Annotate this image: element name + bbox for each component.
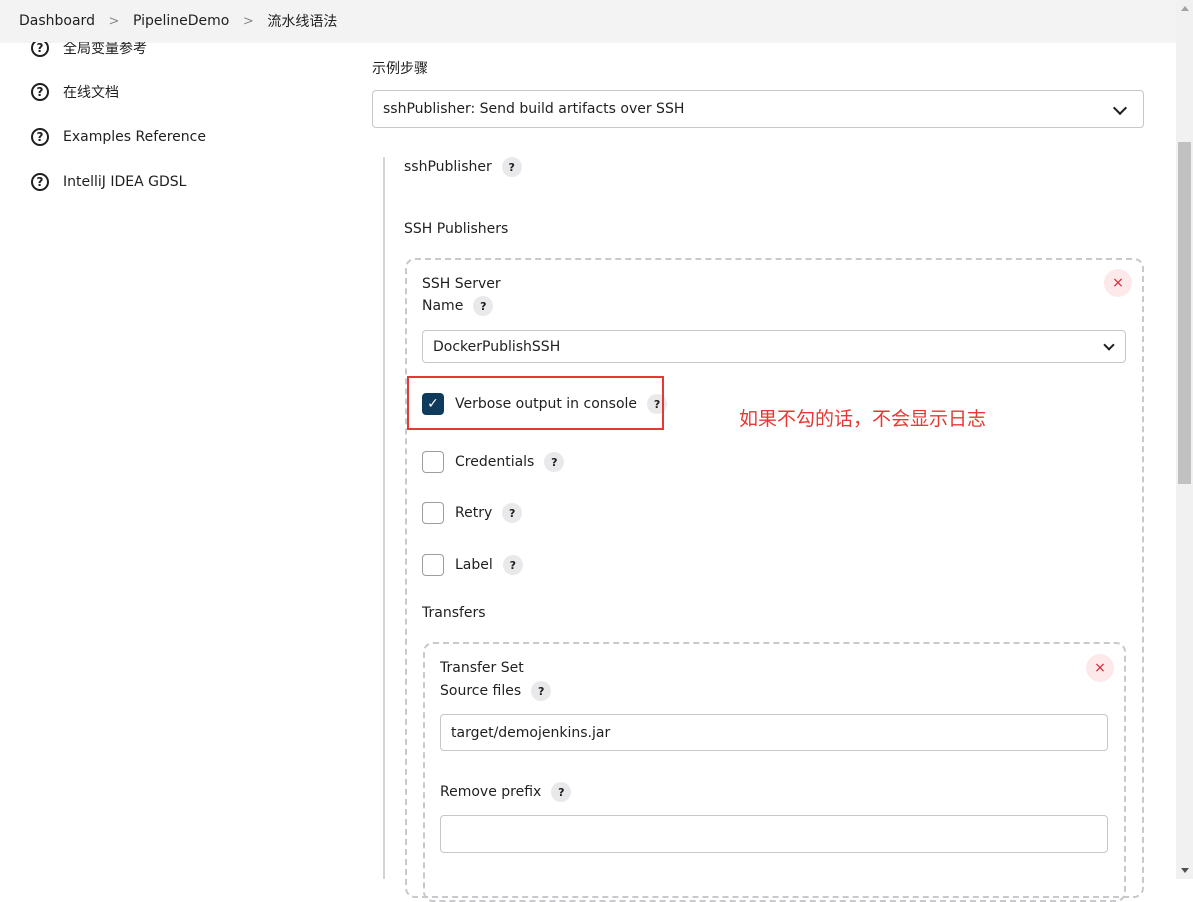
step-name: sshPublisher [404,159,492,175]
option-label: Label [455,557,493,573]
close-icon: × [1112,275,1124,291]
label-checkbox[interactable] [422,554,444,576]
option-retry-row: Retry ? [422,502,523,524]
sample-step-select[interactable]: sshPublisher: Send build artifacts over … [372,90,1144,128]
transfer-set-title: Transfer Set [440,660,524,676]
remove-prefix-input[interactable] [440,815,1108,853]
chevron-down-icon [1112,100,1128,116]
sidebar-item-label: Examples Reference [63,129,206,145]
sidebar-item-intellij-gdsl[interactable]: ? IntelliJ IDEA GDSL [31,170,186,194]
help-icon[interactable]: ? [551,782,572,802]
scrollbar-thumb[interactable] [1178,142,1191,484]
help-circle-icon: ? [31,173,49,191]
option-credentials-row: Credentials ? [422,451,565,473]
ssh-server-title: SSH Server [422,276,501,292]
option-label: Credentials [455,454,535,470]
help-icon[interactable]: ? [544,452,565,472]
credentials-checkbox[interactable] [422,451,444,473]
transfers-label: Transfers [422,605,486,621]
breadcrumb-pipelinedemo[interactable]: PipelineDemo [133,13,229,29]
help-icon[interactable]: ? [502,503,523,523]
option-label-row: Label ? [422,554,523,576]
server-name-value: DockerPublishSSH [433,338,561,355]
sidebar-item-label: IntelliJ IDEA GDSL [63,174,187,190]
chevron-right-icon: > [108,13,120,29]
server-name-select[interactable]: DockerPublishSSH [422,330,1126,363]
remove-transfer-button[interactable]: × [1086,654,1114,682]
source-files-label: Source files [440,683,522,699]
section-divider [383,157,385,879]
help-icon[interactable]: ? [531,681,552,701]
vertical-scrollbar[interactable] [1176,0,1193,879]
retry-checkbox[interactable] [422,502,444,524]
help-icon[interactable]: ? [473,296,494,316]
annotation-highlight-box [407,376,664,430]
server-name-label: Name [422,298,464,314]
option-label: Retry [455,505,493,521]
annotation-text: 如果不勾的话，不会显示日志 [739,408,987,430]
remove-server-button[interactable]: × [1104,269,1132,297]
close-icon: × [1094,660,1106,676]
help-circle-icon: ? [31,128,49,146]
server-name-row: Name ? [422,296,494,316]
breadcrumb-pipeline-syntax[interactable]: 流水线语法 [267,11,337,31]
sidebar-item-label: 在线文档 [63,85,119,101]
source-files-input[interactable]: target/demojenkins.jar [440,714,1108,751]
step-name-row: sshPublisher ? [404,157,522,177]
scroll-down-arrow-icon[interactable] [1181,868,1189,873]
sidebar-item-online-docs[interactable]: ? 在线文档 [31,80,119,104]
ssh-publishers-label: SSH Publishers [404,221,509,237]
breadcrumb-dashboard[interactable]: Dashboard [19,13,95,29]
help-icon[interactable]: ? [502,555,523,575]
sample-step-value: sshPublisher: Send build artifacts over … [383,101,685,117]
help-icon[interactable]: ? [501,157,522,177]
source-files-row: Source files ? [440,681,552,701]
breadcrumb: Dashboard > PipelineDemo > 流水线语法 [0,0,1176,42]
remove-prefix-label: Remove prefix [440,784,542,800]
scroll-up-arrow-icon[interactable] [1181,6,1189,11]
help-circle-icon: ? [31,83,49,101]
remove-prefix-row: Remove prefix ? [440,782,572,802]
chevron-right-icon: > [242,13,254,29]
sample-step-label: 示例步骤 [372,61,428,77]
sidebar-item-examples-reference[interactable]: ? Examples Reference [31,125,206,149]
chevron-down-icon [1103,339,1115,351]
